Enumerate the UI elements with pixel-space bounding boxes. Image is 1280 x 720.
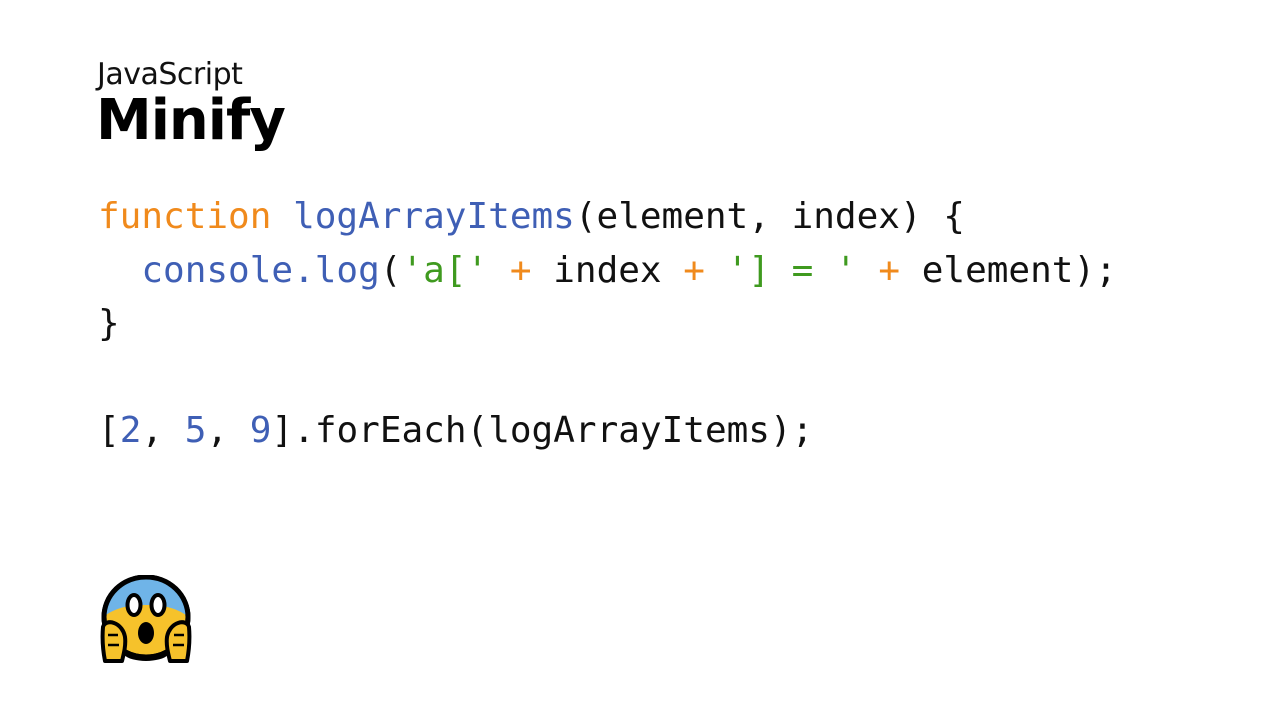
code-operator: + [509, 249, 532, 291]
code-line-3: } [98, 297, 1117, 351]
code-line-2: console.log('a[' + index + '] = ' + elem… [98, 244, 1117, 298]
code-text: , [206, 410, 250, 451]
code-function-name: logArrayItems [293, 196, 575, 237]
code-text: [ [98, 410, 120, 451]
code-text: } [98, 303, 120, 344]
code-operator: + [878, 249, 901, 291]
code-block: function logArrayItems(element, index) {… [98, 190, 1117, 458]
slide-title: Minify [96, 88, 286, 153]
face-screaming-in-fear-icon [100, 574, 192, 665]
code-line-5: [2, 5, 9].forEach(logArrayItems); [98, 404, 1117, 458]
code-string: '] = ' [726, 249, 857, 291]
code-call: console.log [141, 249, 380, 291]
slide: JavaScript Minify function logArrayItems… [0, 0, 1280, 720]
code-operator: + [683, 249, 705, 291]
code-number: 9 [249, 410, 272, 451]
code-line-1: function logArrayItems(element, index) { [98, 190, 1117, 244]
code-text: , [141, 410, 185, 451]
code-text: (element, index) { [574, 196, 965, 237]
code-number: 2 [119, 410, 142, 451]
code-string: 'a[' [401, 249, 489, 291]
code-number: 5 [184, 410, 207, 451]
code-keyword: function [98, 196, 272, 237]
code-text: index [531, 249, 684, 291]
code-text: element); [900, 249, 1117, 291]
code-text: ].forEach(logArrayItems); [271, 410, 814, 451]
code-text: ( [379, 249, 402, 291]
